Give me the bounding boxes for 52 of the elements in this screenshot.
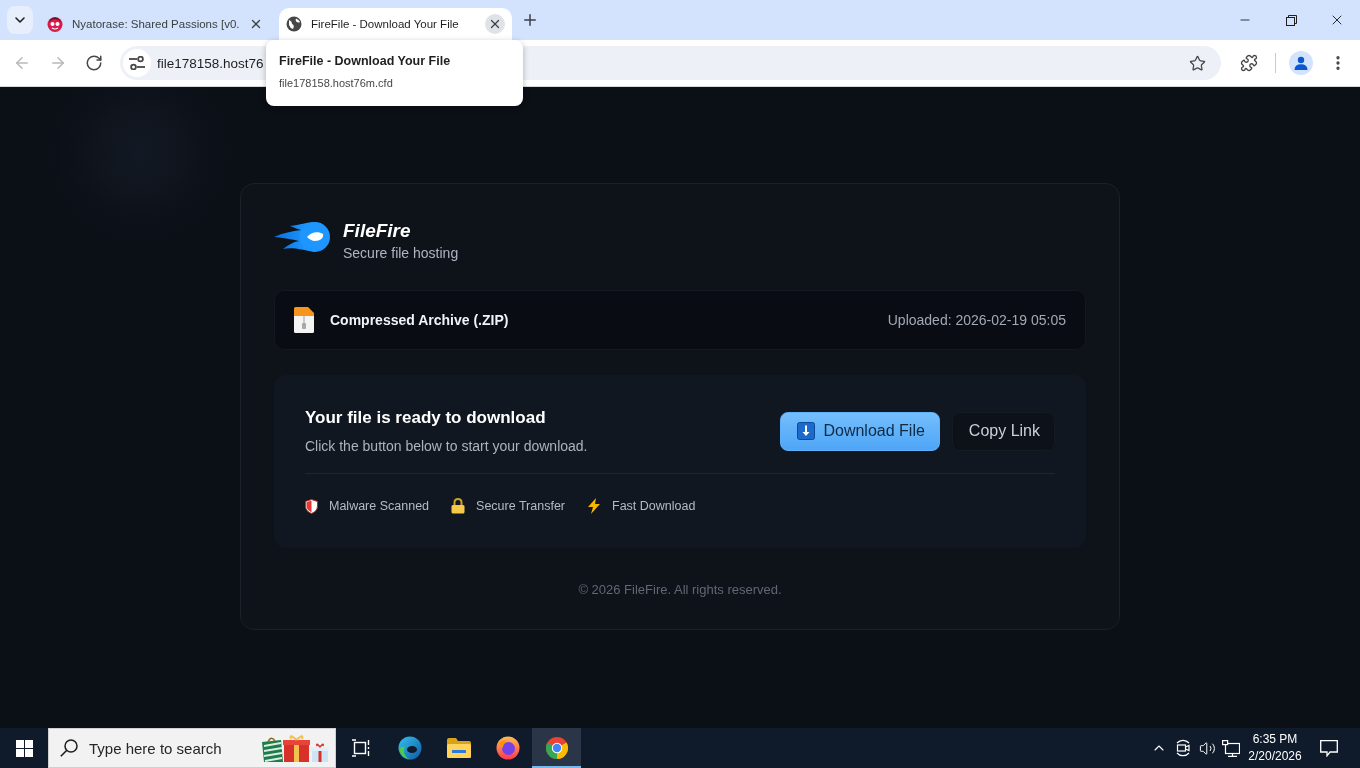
task-view-icon [350, 739, 371, 757]
tab-list-button[interactable] [7, 6, 33, 34]
file-type-label: Compressed Archive (.ZIP) [330, 312, 509, 328]
taskbar-search-field[interactable]: Type here to search [48, 728, 336, 768]
profile-button[interactable] [1289, 51, 1313, 75]
copy-link-button[interactable]: Copy Link [951, 411, 1055, 451]
search-icon [60, 739, 78, 757]
site-info-button[interactable] [123, 49, 151, 77]
bookmark-star-icon[interactable] [1189, 54, 1206, 72]
download-button[interactable]: Download File [780, 411, 940, 451]
brand-tagline: Secure file hosting [343, 244, 459, 262]
puzzle-piece-icon[interactable] [1240, 54, 1258, 72]
firefox-browser-icon [495, 736, 520, 760]
tune-icon [129, 56, 145, 70]
taskbar-app-button[interactable] [532, 728, 581, 768]
zip-file-icon [294, 307, 314, 333]
person-icon [1294, 56, 1308, 70]
tab-close-button[interactable] [485, 14, 505, 34]
gift-boxes-icon [261, 733, 331, 763]
edge-browser-icon [397, 736, 422, 760]
feature-label: Secure Transfer [476, 499, 565, 513]
close-icon [488, 17, 502, 31]
reload-icon[interactable] [85, 54, 103, 72]
clock-time: 6:35 PM [1252, 731, 1298, 748]
wired-network-icon[interactable] [1222, 739, 1240, 757]
feature-label: Fast Download [612, 499, 696, 513]
close-icon [249, 17, 263, 31]
brand-name: FileFire [343, 220, 412, 242]
lightning-bolt-icon [587, 498, 601, 514]
browser-tab[interactable]: FireFile - Download Your File [279, 8, 512, 40]
cartoon-avatar-icon [47, 16, 63, 32]
new-tab-plus-icon[interactable] [521, 11, 539, 29]
globe-icon [286, 16, 302, 32]
windows-logo-icon[interactable] [15, 739, 33, 757]
download-instructions: Click the button below to start your download. [305, 437, 588, 455]
file-folder-icon [446, 738, 471, 758]
feature-label: Malware Scanned [329, 499, 430, 513]
message-bubble-icon[interactable] [1319, 739, 1338, 757]
browser-tab[interactable]: Nyatorase: Shared Passions [v0. [40, 8, 273, 40]
video-camera-icon[interactable] [1174, 739, 1192, 757]
hover-card-title: FireFile - Download Your File [279, 54, 452, 68]
chrome-browser-icon [544, 736, 569, 760]
speaker-icon[interactable] [1198, 739, 1216, 757]
upload-date-text: Uploaded: 2026-02-19 05:05 [887, 312, 1066, 328]
flame-logo-icon [274, 220, 330, 254]
padlock-icon [451, 498, 466, 514]
download-heading: Your file is ready to download [305, 407, 547, 429]
hover-card-url: file178158.host76m.cfd [279, 77, 394, 89]
shield-icon [305, 498, 318, 514]
restore-icon[interactable] [1285, 14, 1297, 26]
clock-date: 2/20/2026 [1248, 748, 1302, 765]
copyright-text: © 2026 FileFire. All rights reserved. [577, 582, 783, 598]
